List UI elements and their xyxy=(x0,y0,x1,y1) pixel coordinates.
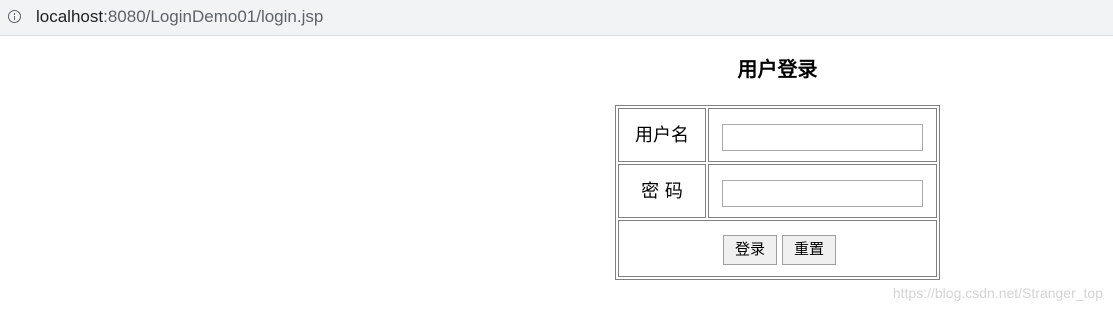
login-button[interactable]: 登录 xyxy=(723,235,777,265)
url-path: :8080/LoginDemo01/login.jsp xyxy=(103,7,324,26)
reset-button[interactable]: 重置 xyxy=(782,235,836,265)
button-row-cell: 登录 重置 xyxy=(618,220,937,277)
info-icon[interactable] xyxy=(8,10,21,23)
url-host: localhost xyxy=(36,7,104,26)
username-label-cell: 用户名 xyxy=(618,108,706,162)
watermark: https://blog.csdn.net/Stranger_top xyxy=(892,285,1103,301)
password-input[interactable] xyxy=(722,180,923,207)
browser-address-bar[interactable]: localhost:8080/LoginDemo01/login.jsp xyxy=(0,0,1113,36)
password-label: 密 码 xyxy=(641,181,683,202)
login-table: 用户名 密 码 登录 重置 xyxy=(615,105,940,280)
page-title: 用户登录 xyxy=(737,57,818,81)
password-input-cell xyxy=(708,164,937,218)
username-input[interactable] xyxy=(722,124,923,151)
username-label: 用户名 xyxy=(635,125,689,146)
username-input-cell xyxy=(708,108,937,162)
url-text[interactable]: localhost:8080/LoginDemo01/login.jsp xyxy=(36,7,323,27)
password-label-cell: 密 码 xyxy=(618,164,706,218)
